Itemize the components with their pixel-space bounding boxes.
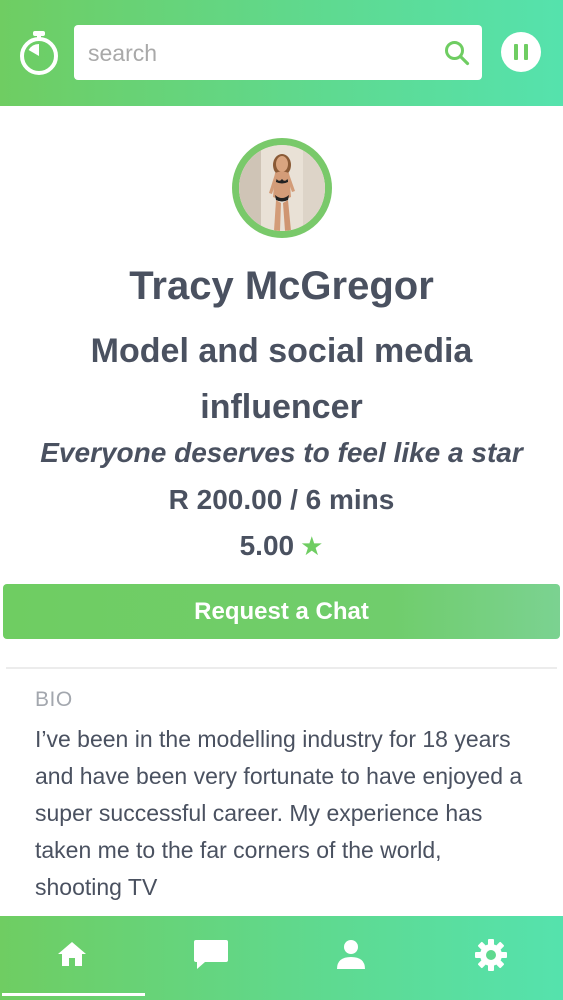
avatar (232, 138, 332, 238)
profile-tagline: Everyone deserves to feel like a star (40, 437, 523, 468)
stopwatch-icon[interactable] (17, 30, 61, 76)
home-icon (58, 942, 86, 966)
request-chat-button[interactable]: Request a Chat (3, 584, 560, 639)
nav-chat[interactable] (141, 916, 281, 1000)
search-icon[interactable] (444, 40, 470, 66)
bio-text: I’ve been in the modelling industry for … (35, 726, 523, 900)
bio-label: BIO (35, 688, 73, 711)
rating: 5.00 ★ (0, 529, 563, 563)
profile-name: Tracy McGregor (129, 264, 434, 308)
search-input[interactable] (86, 33, 430, 73)
rating-value: 5.00 (239, 530, 295, 561)
gear-icon (475, 939, 507, 971)
divider (6, 667, 557, 669)
nav-settings[interactable] (421, 916, 561, 1000)
profile-headline: Model and social media influencer (90, 332, 473, 426)
top-bar (0, 0, 563, 106)
nav-active-indicator (2, 993, 145, 996)
search-box (74, 25, 482, 80)
nav-home[interactable] (2, 916, 145, 1000)
bottom-nav (0, 916, 563, 1000)
user-icon (337, 940, 365, 969)
star-icon: ★ (300, 531, 324, 561)
chat-rate: R 200.00 / 6 mins (168, 484, 395, 515)
nav-profile[interactable] (281, 916, 421, 1000)
pause-icon (514, 44, 518, 60)
pause-button[interactable] (501, 32, 541, 72)
chat-icon (194, 940, 228, 969)
